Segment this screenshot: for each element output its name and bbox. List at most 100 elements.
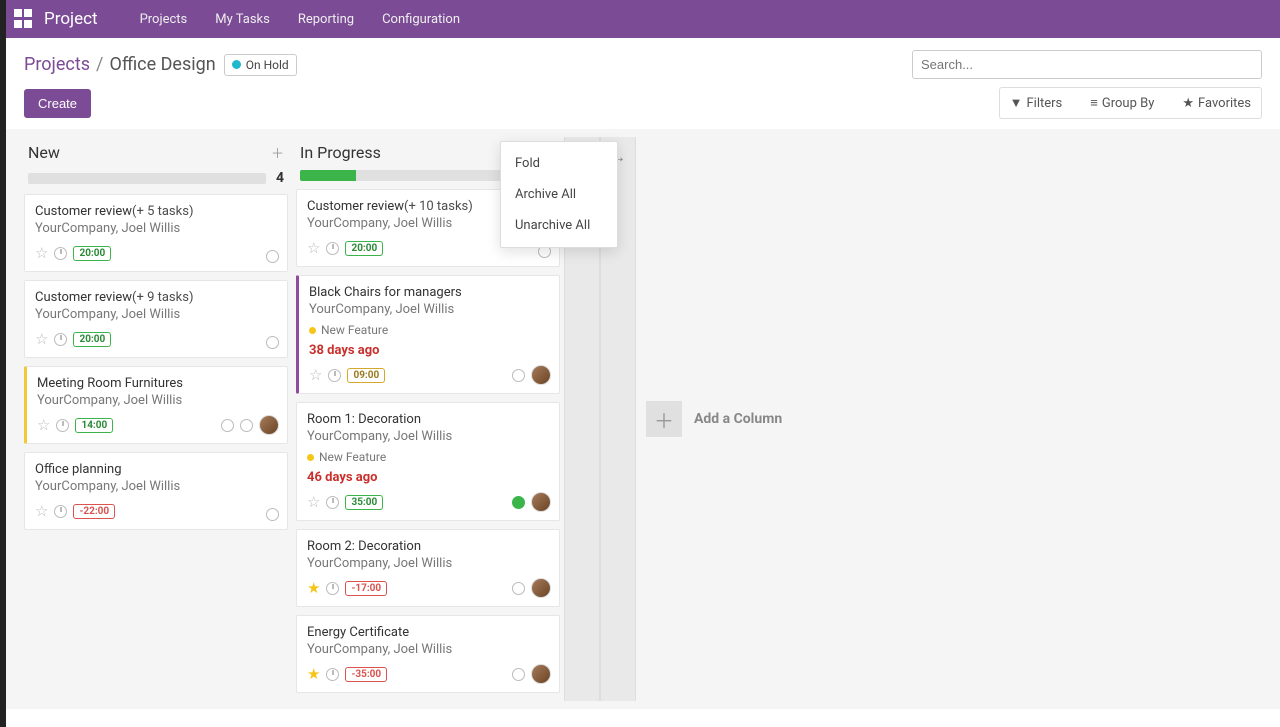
star-icon[interactable]: ☆ (35, 244, 48, 262)
card-title: Meeting Room Furnitures (37, 376, 183, 391)
avatar[interactable] (531, 492, 551, 512)
clock-icon (54, 333, 67, 346)
menu-projects[interactable]: Projects (126, 12, 202, 27)
progress-bar-new (28, 173, 266, 184)
feature-label: New Feature (321, 323, 388, 337)
brand-title: Project (44, 9, 98, 29)
clock-icon (326, 242, 339, 255)
status-ring-icon[interactable] (512, 668, 525, 681)
card-subtitle: YourCompany, Joel Willis (35, 221, 277, 236)
clock-icon (56, 419, 69, 432)
star-icon[interactable]: ☆ (35, 330, 48, 348)
favorites-button[interactable]: ★ Favorites (1172, 92, 1261, 114)
star-icon[interactable]: ☆ (307, 493, 320, 511)
star-icon[interactable]: ☆ (37, 416, 50, 434)
column-title-inprogress: In Progress (300, 143, 521, 162)
left-edge-bar (0, 0, 6, 727)
dropdown-archive-all[interactable]: Archive All (501, 179, 617, 210)
task-card[interactable]: Customer review(+ 5 tasks) YourCompany, J… (24, 194, 288, 272)
groupby-button[interactable]: ≡ Group By (1080, 92, 1164, 114)
status-ring-icon[interactable] (240, 419, 253, 432)
dropdown-unarchive-all[interactable]: Unarchive All (501, 210, 617, 241)
card-title: Customer review (35, 204, 132, 219)
status-ring-icon[interactable] (266, 336, 279, 349)
status-ring-icon[interactable] (266, 250, 279, 263)
overdue-label: 38 days ago (309, 343, 549, 358)
avatar[interactable] (531, 365, 551, 385)
card-subtitle: YourCompany, Joel Willis (307, 429, 549, 444)
breadcrumb-sep: / (96, 54, 103, 75)
task-card[interactable]: Black Chairs for managersYourCompany, Jo… (296, 275, 560, 394)
status-ring-icon[interactable] (221, 419, 234, 432)
task-card[interactable]: Room 1: Decoration YourCompany, Joel Will… (296, 402, 560, 521)
add-card-icon[interactable]: ＋ (271, 143, 284, 162)
status-tag-label: On Hold (246, 58, 289, 72)
status-ring-green-icon[interactable] (512, 496, 525, 509)
card-subtitle: YourCompany, Joel Willis (37, 393, 277, 408)
card-title: Customer review (307, 199, 404, 214)
time-badge: 14:00 (75, 418, 113, 433)
menu-configuration[interactable]: Configuration (368, 12, 474, 27)
column-title-new: New (28, 143, 271, 162)
groupby-icon: ≡ (1090, 95, 1098, 111)
card-subtitle: YourCompany, Joel Willis (35, 479, 277, 494)
time-badge: 09:00 (347, 368, 385, 383)
avatar[interactable] (531, 664, 551, 684)
time-badge: -35:00 (345, 667, 387, 682)
add-column-label: Add a Column (694, 411, 782, 427)
kanban-board: New ＋ 4 Customer review(+ 5 tasks)YourCo… (6, 129, 1280, 709)
create-button[interactable]: Create (24, 89, 91, 118)
task-card[interactable]: Energy CertificateYourCompany, Joel Will… (296, 615, 560, 693)
card-subtitle: YourCompany, Joel Willis (35, 307, 277, 322)
menu-mytasks[interactable]: My Tasks (201, 12, 284, 27)
star-icon[interactable]: ☆ (307, 239, 320, 257)
filter-icon: ▼ (1010, 95, 1023, 111)
task-card[interactable]: Office planningYourCompany, Joel Willis☆… (24, 452, 288, 530)
add-column: ＋ Add a Column (636, 137, 792, 701)
search-input[interactable] (912, 50, 1262, 79)
progress-count-new: 4 (276, 170, 284, 186)
status-ring-icon[interactable] (512, 369, 525, 382)
column-dropdown: Fold Archive All Unarchive All (500, 141, 618, 248)
apps-icon[interactable] (14, 9, 34, 29)
clock-icon (328, 369, 341, 382)
card-subtasks: (+ 9 tasks) (132, 290, 193, 305)
feature-dot-icon (309, 327, 316, 334)
card-subtasks: (+ 10 tasks) (404, 199, 473, 214)
star-icon[interactable]: ☆ (309, 366, 322, 384)
add-column-button[interactable]: ＋ (646, 401, 682, 437)
status-ring-icon[interactable] (512, 582, 525, 595)
card-title: Energy Certificate (307, 625, 409, 640)
status-tag[interactable]: On Hold (224, 54, 297, 76)
feature-dot-icon (307, 454, 314, 461)
card-title: Black Chairs for managers (309, 285, 462, 300)
task-card[interactable]: Customer review(+ 9 tasks)YourCompany, J… (24, 280, 288, 358)
card-title: Room 2: Decoration (307, 539, 421, 554)
overdue-label: 46 days ago (307, 470, 549, 485)
card-subtitle: YourCompany, Joel Willis (307, 556, 549, 571)
column-new: New ＋ 4 Customer review(+ 5 tasks) YourCo… (20, 137, 292, 701)
task-card[interactable]: Room 2: Decoration YourCompany, Joel Will… (296, 529, 560, 607)
topbar: Project Projects My Tasks Reporting Conf… (6, 0, 1280, 38)
star-icon[interactable]: ★ (307, 665, 320, 683)
card-title: Room 1: Decoration (307, 412, 421, 427)
star-icon[interactable]: ☆ (35, 502, 48, 520)
filters-button[interactable]: ▼ Filters (1000, 92, 1073, 114)
time-badge: -22:00 (73, 504, 115, 519)
time-badge: 20:00 (345, 241, 383, 256)
clock-icon (54, 247, 67, 260)
avatar[interactable] (259, 415, 279, 435)
star-icon[interactable]: ★ (307, 579, 320, 597)
column-inprogress: In Progress ⚙ ＋ Customer review(+ 10 tas… (292, 137, 564, 701)
feature-label: New Feature (319, 450, 386, 464)
clock-icon (326, 582, 339, 595)
card-subtasks: (+ 5 tasks) (132, 204, 193, 219)
avatar[interactable] (531, 578, 551, 598)
menu-reporting[interactable]: Reporting (284, 12, 368, 27)
time-badge: 35:00 (345, 495, 383, 510)
clock-icon (54, 505, 67, 518)
status-ring-icon[interactable] (266, 508, 279, 521)
breadcrumb-parent[interactable]: Projects (24, 54, 90, 75)
task-card[interactable]: Meeting Room Furnitures YourCompany, Joel… (24, 366, 288, 444)
dropdown-fold[interactable]: Fold (501, 148, 617, 179)
